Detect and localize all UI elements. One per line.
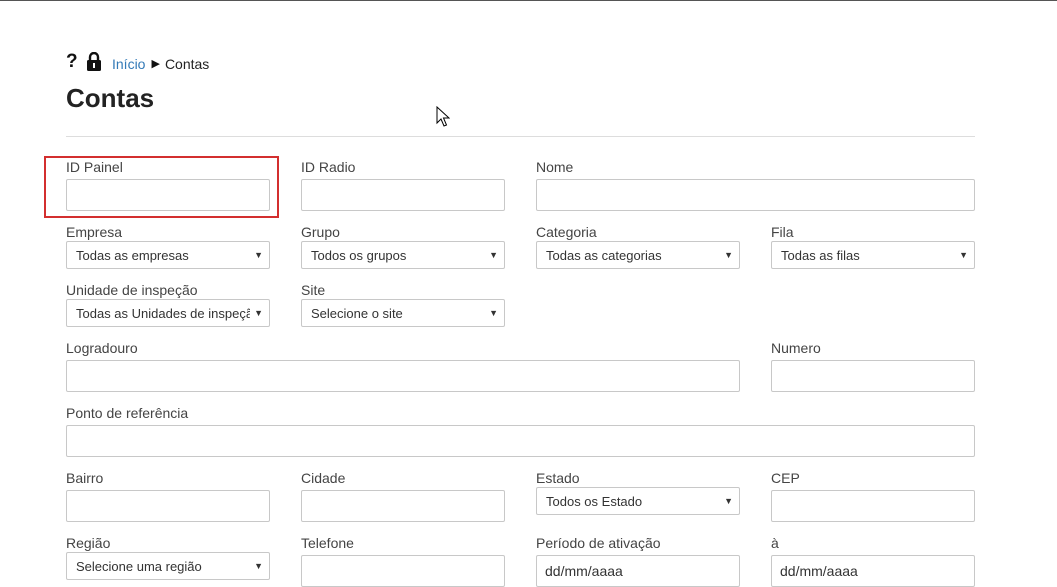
chevron-down-icon: ▼ — [959, 250, 968, 260]
grupo-field: Grupo Todos os grupos ▼ — [301, 224, 505, 269]
cep-field: CEP — [771, 470, 975, 522]
bairro-input[interactable] — [66, 490, 270, 522]
cep-input[interactable] — [771, 490, 975, 522]
empresa-field: Empresa Todas as empresas ▼ — [66, 224, 270, 269]
question-mark-icon[interactable]: ? — [66, 52, 80, 71]
chevron-down-icon: ▼ — [724, 250, 733, 260]
id-radio-input[interactable] — [301, 179, 505, 211]
padlock-icon[interactable] — [86, 51, 102, 71]
fila-select[interactable]: Todas as filas ▼ — [771, 241, 975, 269]
logradouro-input[interactable] — [66, 360, 740, 392]
top-border — [0, 0, 1057, 1]
chevron-down-icon: ▼ — [254, 561, 263, 571]
empresa-selected: Todas as empresas — [76, 247, 189, 263]
categoria-select[interactable]: Todas as categorias ▼ — [536, 241, 740, 269]
unidade-field: Unidade de inspeção Todas as Unidades de… — [66, 282, 270, 327]
chevron-down-icon: ▼ — [489, 308, 498, 318]
periodo-fim-input[interactable]: dd/mm/aaaa — [771, 555, 975, 587]
logradouro-label: Logradouro — [66, 340, 138, 356]
regiao-selected: Selecione uma região — [76, 558, 202, 574]
regiao-field: Região Selecione uma região ▼ — [66, 535, 270, 580]
estado-select[interactable]: Todos os Estado ▼ — [536, 487, 740, 515]
nome-field: Nome — [536, 159, 975, 211]
cep-label: CEP — [771, 470, 800, 486]
empresa-select[interactable]: Todas as empresas ▼ — [66, 241, 270, 269]
chevron-down-icon: ▼ — [254, 250, 263, 260]
id-radio-field: ID Radio — [301, 159, 505, 211]
breadcrumb: ? Início ▶ Contas — [66, 48, 209, 74]
numero-field: Numero — [771, 340, 975, 392]
site-select[interactable]: Selecione o site ▼ — [301, 299, 505, 327]
numero-input[interactable] — [771, 360, 975, 392]
cidade-label: Cidade — [301, 470, 346, 486]
periodo-inicio-input[interactable]: dd/mm/aaaa — [536, 555, 740, 587]
breadcrumb-current: Contas — [164, 55, 210, 72]
periodo-fim-label: à — [771, 535, 779, 551]
categoria-selected: Todas as categorias — [546, 247, 662, 263]
periodo-fim-field: à dd/mm/aaaa — [771, 535, 975, 587]
bairro-field: Bairro — [66, 470, 270, 522]
telefone-field: Telefone — [301, 535, 505, 587]
id-radio-label: ID Radio — [301, 159, 356, 175]
chevron-down-icon: ▼ — [254, 308, 263, 318]
divider — [66, 136, 975, 137]
unidade-selected: Todas as Unidades de inspeção — [76, 305, 251, 321]
cidade-field: Cidade — [301, 470, 505, 522]
estado-field: Estado Todos os Estado ▼ — [536, 470, 740, 515]
nome-label: Nome — [536, 159, 574, 175]
grupo-select[interactable]: Todos os grupos ▼ — [301, 241, 505, 269]
mouse-pointer-icon — [436, 106, 450, 127]
categoria-field: Categoria Todas as categorias ▼ — [536, 224, 740, 269]
unidade-select[interactable]: Todas as Unidades de inspeção ▼ — [66, 299, 270, 327]
estado-selected: Todos os Estado — [546, 493, 643, 509]
ponto-referencia-input[interactable] — [66, 425, 975, 457]
ponto-referencia-label: Ponto de referência — [66, 405, 189, 421]
periodo-inicio-field: Período de ativação dd/mm/aaaa — [536, 535, 740, 587]
ponto-referencia-field: Ponto de referência — [66, 405, 975, 457]
grupo-selected: Todos os grupos — [311, 247, 407, 263]
site-selected: Selecione o site — [311, 305, 403, 321]
periodo-inicio-label: Período de ativação — [536, 535, 661, 551]
cidade-input[interactable] — [301, 490, 505, 522]
breadcrumb-separator-icon: ▶ — [151, 58, 160, 70]
site-field: Site Selecione o site ▼ — [301, 282, 505, 327]
logradouro-field: Logradouro — [66, 340, 740, 392]
telefone-label: Telefone — [301, 535, 354, 551]
chevron-down-icon: ▼ — [724, 496, 733, 506]
breadcrumb-home-link[interactable]: Início — [112, 56, 145, 72]
numero-label: Numero — [771, 340, 821, 356]
nome-input[interactable] — [536, 179, 975, 211]
bairro-label: Bairro — [66, 470, 104, 486]
focus-highlight-box — [44, 156, 279, 218]
telefone-input[interactable] — [301, 555, 505, 587]
fila-selected: Todas as filas — [781, 247, 860, 263]
page-title: Contas — [66, 83, 155, 113]
regiao-select[interactable]: Selecione uma região ▼ — [66, 552, 270, 580]
fila-field: Fila Todas as filas ▼ — [771, 224, 975, 269]
chevron-down-icon: ▼ — [489, 250, 498, 260]
